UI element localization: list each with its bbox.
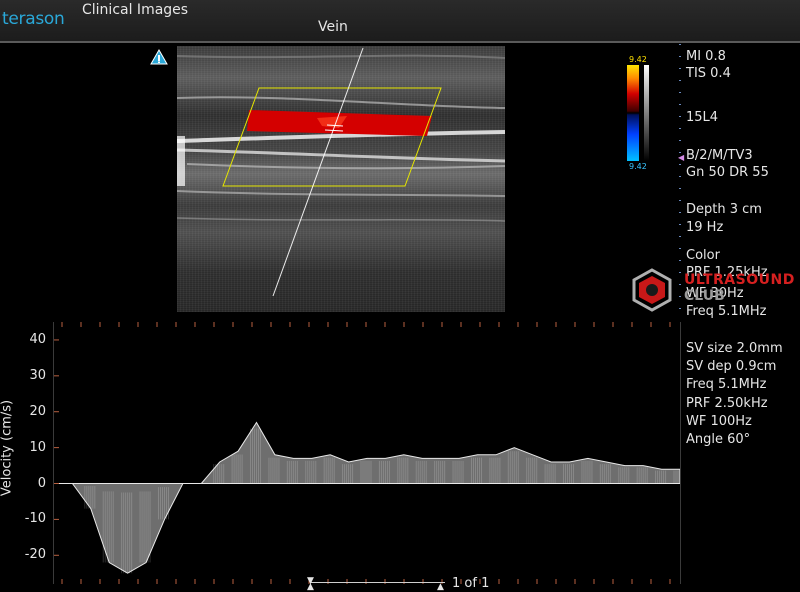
velocity-tick-label: 40 xyxy=(29,331,46,347)
ultrasound-club-logo-icon xyxy=(632,268,672,312)
param-doppler-prf: PRF 2.50kHz xyxy=(686,396,768,411)
watermark-line1: ULTRASOUND xyxy=(684,272,795,288)
study-title: Vein xyxy=(318,19,348,35)
param-probe: 15L4 xyxy=(686,110,719,125)
gray-scale-bar xyxy=(644,65,649,161)
param-sv-depth: SV dep 0.9cm xyxy=(686,359,777,374)
param-frame-rate: 19 Hz xyxy=(686,220,724,235)
doppler-spectrum-panel[interactable] xyxy=(53,322,685,584)
title-bar: terason Clinical Images Vein xyxy=(0,0,800,43)
cine-scrollbar[interactable] xyxy=(310,582,445,583)
terason-logo: terason xyxy=(2,9,65,29)
param-tis: TIS 0.4 xyxy=(686,66,731,81)
bmode-image[interactable] xyxy=(177,46,505,312)
app-title: Clinical Images xyxy=(82,2,189,18)
color-scale-bottom-value: 9.42 xyxy=(629,162,647,171)
info-icon[interactable] xyxy=(150,49,168,65)
param-angle: Angle 60° xyxy=(686,432,751,447)
color-scale-top-value: 9.42 xyxy=(629,55,647,64)
param-mi: MI 0.8 xyxy=(686,49,726,64)
velocity-tick-label: -10 xyxy=(24,511,46,527)
param-doppler-wf: WF 100Hz xyxy=(686,414,752,429)
velocity-tick-label: 30 xyxy=(29,367,46,383)
velocity-axis-title: Velocity (cm/s) xyxy=(0,399,15,497)
velocity-tick-label: -20 xyxy=(24,547,46,563)
color-scale-gradient xyxy=(627,65,639,161)
param-color-label: Color xyxy=(686,248,720,263)
param-mode: B/2/M/TV3 xyxy=(686,148,753,163)
watermark-line2: CLUB xyxy=(684,288,725,304)
velocity-tick-label: 10 xyxy=(29,439,46,455)
param-gain-dr: Gn 50 DR 55 xyxy=(686,165,769,180)
bmode-overlay xyxy=(177,47,505,297)
param-sv-size: SV size 2.0mm xyxy=(686,341,783,356)
param-doppler-freq: Freq 5.1MHz xyxy=(686,377,767,392)
page-indicator: 1 of 1 xyxy=(452,576,490,591)
ultrasound-club-watermark: ULTRASOUND CLUB xyxy=(630,268,795,312)
param-depth: Depth 3 cm xyxy=(686,202,762,217)
focus-marker-icon: ◀ xyxy=(678,153,685,162)
velocity-tick-label: 0 xyxy=(37,475,46,491)
velocity-tick-label: 20 xyxy=(29,403,46,419)
doppler-spectrum-chart xyxy=(53,322,685,584)
